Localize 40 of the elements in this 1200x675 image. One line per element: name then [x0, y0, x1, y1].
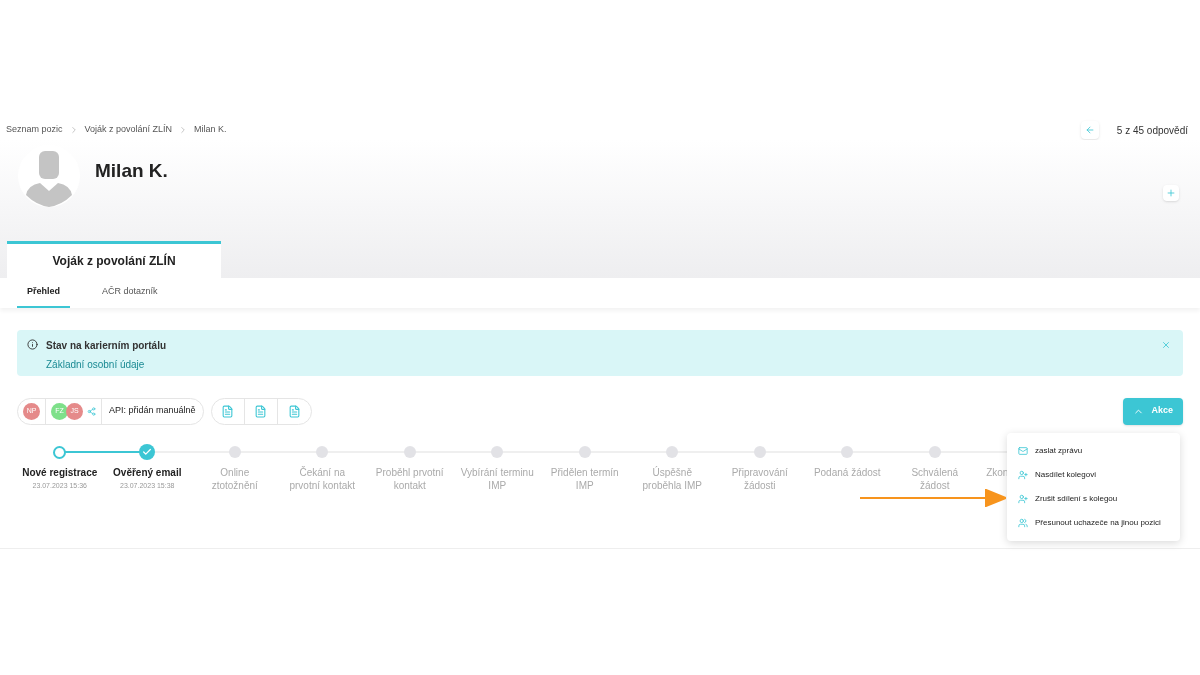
response-counter: 5 z 45 odpovědí — [1116, 123, 1188, 138]
breadcrumb-link[interactable]: Milan K. — [194, 123, 227, 137]
back-button[interactable] — [1080, 121, 1099, 139]
step-label: Čekání na prvotní kontakt — [288, 466, 357, 492]
info-icon — [27, 339, 38, 350]
user-add-icon — [1018, 470, 1028, 480]
source-label: API: přidán manuálně — [108, 404, 197, 418]
mail-icon — [1018, 446, 1028, 456]
add-button[interactable] — [1163, 185, 1179, 201]
step-label: Online ztotožnění — [210, 466, 259, 492]
step-label: Přidělen termín IMP — [549, 466, 620, 492]
step-label: Podaná žádost — [812, 466, 882, 479]
breadcrumb-link[interactable]: Voják z povolání ZLÍN — [84, 123, 173, 137]
step-label: Proběhl prvotní kontakt — [374, 466, 445, 492]
menu-item[interactable]: Přesunout uchazeče na jinou pozici — [1007, 511, 1180, 535]
step-label: Připravování žádosti — [730, 466, 789, 492]
candidate-name: Milan K. — [95, 159, 168, 183]
tab[interactable]: AČR dotazník — [92, 278, 168, 308]
step-label: Nové registrace — [21, 466, 99, 479]
step-label: Ověřený email — [112, 466, 183, 479]
document-icon[interactable] — [287, 404, 301, 418]
back-arrow-icon — [1084, 125, 1095, 135]
share-icon[interactable] — [87, 406, 96, 416]
step-label: Vybírání terminu IMP — [460, 466, 535, 492]
user-add-icon — [1018, 494, 1028, 504]
position-tab[interactable]: Voják z povolání ZLÍN — [7, 241, 221, 278]
users-icon — [1018, 518, 1028, 528]
document-icon[interactable] — [254, 404, 268, 418]
alert-title: Stav na karierním portálu — [46, 339, 167, 353]
plus-icon — [1166, 188, 1176, 198]
tab[interactable]: Přehled — [17, 278, 70, 308]
step-label: Úspěšně proběhla IMP — [641, 466, 703, 492]
alert-text: Základní osobní údaje — [46, 358, 146, 372]
document-icon[interactable] — [221, 404, 235, 418]
step-label: Schválená žádost — [910, 466, 960, 492]
close-icon[interactable] — [1161, 340, 1171, 350]
breadcrumb-link[interactable]: Seznam pozic — [6, 123, 63, 137]
menu-item[interactable]: Nasdílet kolegovi — [1007, 463, 1180, 487]
menu-item[interactable]: zaslat zprávu — [1007, 439, 1180, 463]
menu-item[interactable]: Zrušit sdílení s kolegou — [1007, 487, 1180, 511]
